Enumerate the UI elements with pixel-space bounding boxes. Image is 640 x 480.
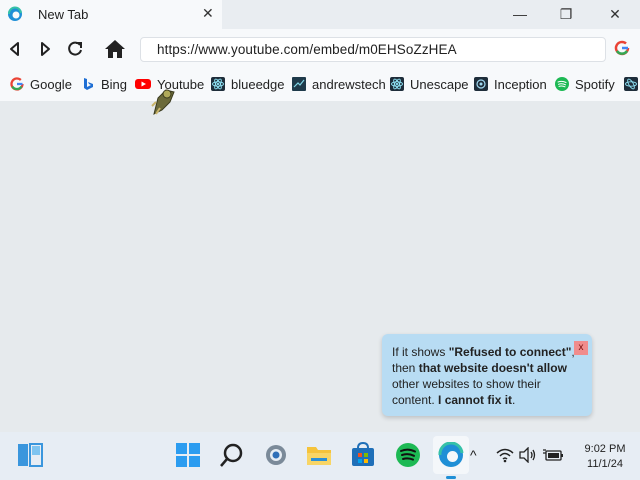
info-popup: If it shows "Refused to connect", then t…: [382, 334, 592, 416]
popup-message: If it shows "Refused to connect", then t…: [392, 345, 575, 407]
bookmark-unescape[interactable]: Unescape: [390, 76, 469, 92]
youtube-icon: [135, 79, 151, 89]
react-icon: [211, 77, 225, 91]
andrewstech-icon: [292, 77, 306, 91]
url-text: https://www.youtube.com/embed/m0EHSoZzHE…: [157, 42, 457, 57]
react-icon: [390, 77, 404, 91]
bing-icon: [84, 78, 93, 90]
tray-overflow-chevron-icon[interactable]: ^: [470, 447, 477, 463]
widgets-icon[interactable]: [16, 442, 44, 468]
system-clock[interactable]: 9:02 PM 11/1/24: [578, 442, 632, 472]
wifi-icon[interactable]: [496, 447, 514, 463]
restore-button[interactable]: ❐: [556, 4, 576, 24]
battery-plug-icon[interactable]: [542, 447, 564, 463]
cursor-sprite-icon: [151, 89, 175, 115]
microsoft-store-icon[interactable]: [350, 442, 376, 468]
file-explorer-icon[interactable]: [306, 442, 332, 468]
inception-icon: [474, 77, 488, 91]
tab-new-tab[interactable]: New Tab ✕: [0, 0, 222, 29]
settings-icon[interactable]: [263, 442, 289, 468]
react-icon: [624, 77, 638, 91]
bookmark-spotify[interactable]: Spotify: [555, 76, 615, 92]
popup-close-button[interactable]: x: [574, 341, 588, 355]
forward-icon[interactable]: [34, 38, 56, 60]
spotify-app-icon[interactable]: [395, 442, 421, 468]
address-bar[interactable]: https://www.youtube.com/embed/m0EHSoZzHE…: [140, 37, 606, 62]
windows-start-icon[interactable]: [175, 442, 201, 468]
bookmark-blueedge[interactable]: blueedge: [211, 76, 285, 92]
bookmark-andrewstech[interactable]: andrewstech: [292, 76, 386, 92]
bookmark-bing[interactable]: Bing: [81, 76, 127, 92]
back-icon[interactable]: [4, 38, 26, 60]
search-icon[interactable]: [219, 442, 245, 468]
google-icon: [10, 77, 24, 91]
volume-icon[interactable]: [519, 447, 537, 463]
spotify-icon: [555, 77, 569, 91]
clock-date: 11/1/24: [587, 458, 623, 470]
home-icon[interactable]: [103, 38, 127, 60]
tab-close-button[interactable]: ✕: [202, 5, 214, 22]
edge-icon: [8, 6, 22, 21]
bookmark-inception[interactable]: Inception: [474, 76, 547, 92]
bookmark-overflow[interactable]: [624, 76, 640, 92]
toolbar: https://www.youtube.com/embed/m0EHSoZzHE…: [0, 29, 640, 68]
tab-strip: New Tab ✕ — ❐ ✕: [0, 0, 640, 29]
taskbar: ^ 9:02 PM 11/1/24: [0, 432, 640, 480]
tab-title: New Tab: [38, 7, 89, 22]
active-app-indicator: [446, 476, 456, 479]
google-account-icon[interactable]: [614, 40, 630, 56]
clock-time: 9:02 PM: [584, 443, 626, 455]
minimize-button[interactable]: —: [510, 4, 530, 24]
window-close-button[interactable]: ✕: [605, 4, 625, 24]
edge-browser-icon[interactable]: [438, 442, 464, 468]
bookmarks-bar: Google Bing Youtube blueedge andrewstech: [0, 68, 640, 101]
refresh-icon[interactable]: [64, 38, 86, 60]
bookmark-google[interactable]: Google: [10, 76, 72, 92]
